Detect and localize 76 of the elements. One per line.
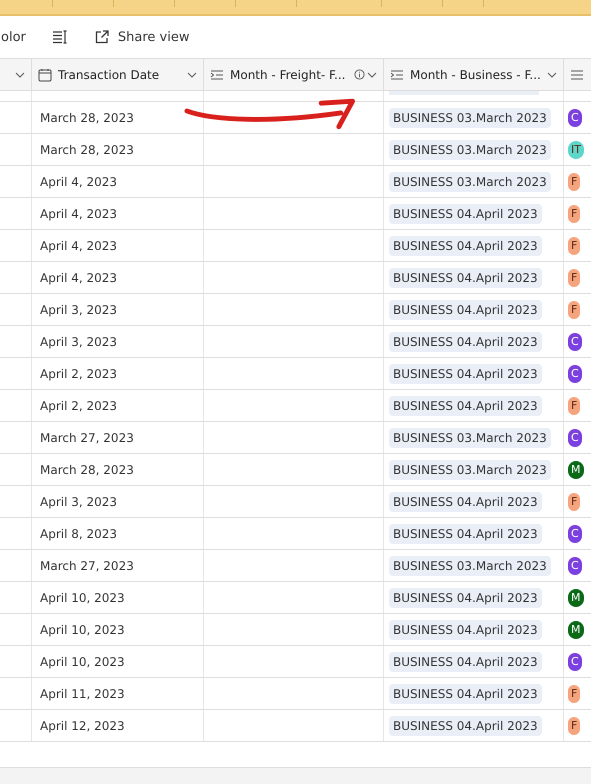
category-tag: C — [568, 332, 582, 350]
category-tag: M — [568, 460, 584, 478]
chevron-down-icon — [367, 72, 377, 78]
date-cell: April 4, 2023 — [32, 230, 204, 261]
month-chip: BUSINESS 04.April 2023 — [389, 652, 542, 672]
date-cell: March 28, 2023 — [32, 102, 204, 133]
category-tag: C — [568, 556, 582, 574]
date-cell: April 12, 2023 — [32, 710, 204, 741]
category-tag: F — [568, 172, 580, 190]
category-tag: F — [568, 492, 580, 510]
category-tag: F — [568, 268, 580, 286]
category-tag: F — [568, 204, 580, 222]
formula-icon — [210, 68, 224, 82]
month-chip: BUSINESS 04.April 2023 — [389, 684, 542, 704]
column-header[interactable]: Transaction Date — [32, 59, 204, 90]
column-header[interactable]: Month - Freight- F... — [204, 59, 384, 90]
chevron-down-icon — [15, 72, 25, 78]
month-chip: BUSINESS 03.March 2023 — [389, 428, 551, 448]
share-view-button[interactable]: Share view — [94, 29, 190, 45]
month-chip: BUSINESS 04.April 2023 — [389, 492, 542, 512]
month-chip: BUSINESS 04.April 2023 — [389, 620, 542, 640]
info-icon[interactable] — [354, 69, 365, 80]
month-chip: BUSINESS 04.April 2023 — [389, 332, 542, 352]
calendar-icon — [38, 68, 52, 82]
date-cell: April 2, 2023 — [32, 390, 204, 421]
category-tag: M — [568, 620, 584, 638]
date-cell: April 3, 2023 — [32, 326, 204, 357]
formula-icon — [390, 68, 404, 82]
category-tag: C — [568, 428, 582, 446]
date-cell: April 3, 2023 — [32, 486, 204, 517]
month-chip: BUSINESS 04.April 2023 — [389, 236, 542, 256]
month-chip: BUSINESS 04.April 2023 — [389, 588, 542, 608]
category-tag: C — [568, 108, 582, 126]
month-chip: BUSINESS 03.March 2023 — [389, 140, 551, 160]
category-tag: C — [568, 364, 582, 382]
date-cell: April 8, 2023 — [32, 518, 204, 549]
column-header[interactable]: Month - Business - F... — [384, 59, 564, 90]
date-cell: April 3, 2023 — [32, 294, 204, 325]
category-tag: C — [568, 652, 582, 670]
category-tag: M — [568, 588, 584, 606]
category-tag: F — [568, 716, 580, 734]
date-cell: March 28, 2023 — [32, 134, 204, 165]
category-tag: F — [568, 300, 580, 318]
category-tag: F — [568, 396, 580, 414]
date-cell: April 10, 2023 — [32, 582, 204, 613]
month-chip: BUSINESS 04.April 2023 — [389, 204, 542, 224]
month-chip: BUSINESS 03.March 2023 — [389, 108, 551, 128]
category-tag: IT — [568, 140, 584, 158]
month-chip: BUSINESS 04.April 2023 — [389, 268, 542, 288]
date-cell: April 4, 2023 — [32, 198, 204, 229]
month-chip: BUSINESS 03.March 2023 — [389, 460, 551, 480]
chevron-down-icon — [547, 72, 557, 78]
date-cell: March 27, 2023 — [32, 422, 204, 453]
list-icon — [570, 68, 584, 82]
color-button[interactable]: olor — [1, 30, 26, 44]
date-cell: April 4, 2023 — [32, 262, 204, 293]
row-height-icon[interactable] — [52, 29, 68, 45]
date-cell: March 27, 2023 — [32, 550, 204, 581]
date-cell: April 10, 2023 — [32, 614, 204, 645]
month-chip: BUSINESS 04.April 2023 — [389, 300, 542, 320]
month-chip: BUSINESS 04.April 2023 — [389, 364, 542, 384]
month-chip: BUSINESS 03.March 2023 — [389, 556, 551, 576]
date-cell: April 10, 2023 — [32, 646, 204, 677]
external-link-icon — [94, 29, 110, 45]
category-tag: F — [568, 684, 580, 702]
date-cell: April 2, 2023 — [32, 358, 204, 389]
date-cell: April 11, 2023 — [32, 678, 204, 709]
month-chip: BUSINESS 04.April 2023 — [389, 524, 542, 544]
date-cell: April 4, 2023 — [32, 166, 204, 197]
category-tag: C — [568, 524, 582, 542]
month-chip: BUSINESS 04.April 2023 — [389, 716, 542, 736]
chevron-down-icon — [187, 72, 197, 78]
month-chip: BUSINESS 03.March 2023 — [389, 172, 551, 192]
category-tag: F — [568, 236, 580, 254]
date-cell: March 28, 2023 — [32, 454, 204, 485]
month-chip: BUSINESS 04.April 2023 — [389, 396, 542, 416]
